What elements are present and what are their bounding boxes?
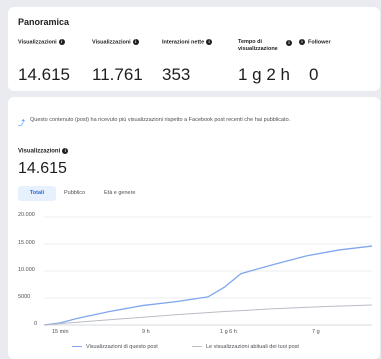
x-tick-label: 9 h	[142, 329, 150, 335]
legend-item-usual-posts: Le visualizzazioni abituali dei tuoi pos…	[192, 344, 299, 350]
x-tick-label: 1 g 6 h	[220, 329, 237, 335]
legend-swatch	[72, 345, 82, 348]
views-line-chart	[43, 216, 373, 326]
series-line-this-post	[43, 245, 373, 326]
x-tick-label: 15 min	[52, 329, 69, 335]
x-tick-label: 7 g	[312, 329, 320, 335]
legend-item-this-post: Visualizzazioni di questo post	[72, 344, 158, 350]
legend-swatch	[192, 345, 202, 348]
